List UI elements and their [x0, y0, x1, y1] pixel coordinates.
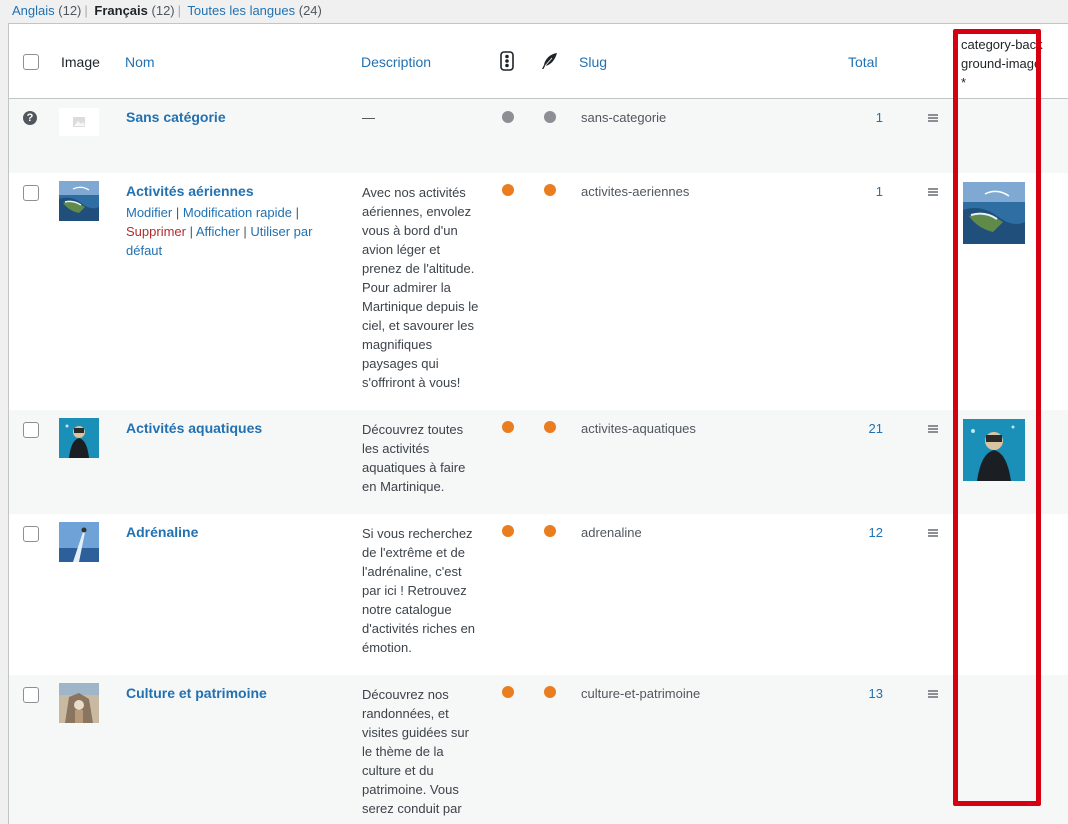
language-filter: Anglais (12) | Français (12) | Toutes les …: [12, 3, 322, 19]
column-image: Image: [61, 54, 100, 70]
column-slug[interactable]: Slug: [579, 54, 607, 70]
category-slug: activites-aquatiques: [581, 421, 696, 436]
category-name-link[interactable]: Adrénaline: [126, 523, 198, 542]
translation-status-dot[interactable]: [502, 421, 514, 433]
category-thumbnail: [59, 181, 99, 221]
column-description[interactable]: Description: [361, 54, 431, 70]
edit-status-dot[interactable]: [544, 421, 556, 433]
category-slug: culture-et-patrimoine: [581, 686, 701, 701]
row-checkbox[interactable]: [23, 185, 39, 201]
placeholder-image: [59, 108, 99, 136]
edit-status-dot[interactable]: [544, 111, 556, 123]
lang-link-francais[interactable]: Français: [94, 3, 147, 18]
translation-status-dot[interactable]: [502, 686, 514, 698]
edit-link[interactable]: Modifier: [126, 205, 172, 220]
table-row: Culture et patrimoine Découvrez nos rand…: [9, 675, 1068, 824]
table-header: Image Nom Description Slug Total categor…: [9, 24, 1068, 99]
view-link[interactable]: Afficher: [196, 224, 240, 239]
table-row: ? Sans catégorie — sans-categorie 1: [9, 99, 1068, 173]
translation-status-dot[interactable]: [502, 184, 514, 196]
category-total-link[interactable]: 21: [843, 419, 883, 438]
category-description: Découvrez nos randonnées, et visites gui…: [362, 687, 469, 816]
category-name-link[interactable]: Culture et patrimoine: [126, 684, 267, 703]
separator: |: [177, 3, 182, 18]
category-thumbnail: [59, 418, 99, 458]
row-checkbox[interactable]: [23, 526, 39, 542]
category-name-link[interactable]: Activités aquatiques: [126, 419, 262, 438]
lang-count: (12): [58, 3, 82, 18]
lang-link-anglais[interactable]: Anglais: [12, 3, 55, 18]
lang-link-toutes[interactable]: Toutes les langues: [187, 3, 295, 18]
translation-status-dot[interactable]: [502, 525, 514, 537]
column-name[interactable]: Nom: [125, 54, 155, 70]
question-icon[interactable]: ?: [23, 111, 37, 125]
drag-handle-icon[interactable]: [928, 529, 938, 537]
delete-link[interactable]: Supprimer: [126, 224, 186, 239]
quick-edit-link[interactable]: Modification rapide: [183, 205, 292, 220]
drag-handle-icon[interactable]: [928, 690, 938, 698]
category-background-image: [963, 182, 1025, 244]
drag-handle-icon[interactable]: [928, 188, 938, 196]
category-slug: sans-categorie: [581, 110, 667, 125]
row-actions: Modifier | Modification rapide | Supprim…: [126, 205, 313, 258]
category-description: Si vous recherchez de l'extrême et de l'…: [362, 526, 476, 655]
separator: |: [84, 3, 88, 18]
category-total-link[interactable]: 1: [843, 182, 883, 201]
category-description: —: [362, 110, 375, 125]
category-total-link[interactable]: 12: [843, 523, 883, 542]
category-background-image: [963, 419, 1025, 481]
lang-count: (24): [298, 3, 322, 18]
drag-handle-icon[interactable]: [928, 114, 938, 122]
select-all-checkbox[interactable]: [23, 54, 39, 70]
traffic-light-icon: [500, 51, 514, 74]
category-total-link[interactable]: 13: [843, 684, 883, 703]
column-category-background-image: category-background-image*: [961, 37, 1043, 90]
row-checkbox[interactable]: [23, 422, 39, 438]
category-description: Avec nos activités aériennes, envolez vo…: [362, 185, 479, 390]
table-row: Activités aériennes Modifier | Modificat…: [9, 173, 1068, 410]
column-total[interactable]: Total: [848, 54, 878, 70]
category-total-link[interactable]: 1: [843, 108, 883, 127]
edit-status-dot[interactable]: [544, 184, 556, 196]
drag-handle-icon[interactable]: [928, 425, 938, 433]
categories-table: Image Nom Description Slug Total categor…: [8, 23, 1068, 824]
category-description: Découvrez toutes les activités aquatique…: [362, 422, 466, 494]
edit-status-dot[interactable]: [544, 525, 556, 537]
category-thumbnail: [59, 683, 99, 723]
translation-status-dot[interactable]: [502, 111, 514, 123]
feather-icon: [541, 52, 559, 73]
table-row: Activités aquatiques Découvrez toutes le…: [9, 410, 1068, 514]
category-name-link[interactable]: Activités aériennes: [126, 182, 254, 201]
category-slug: activites-aeriennes: [581, 184, 690, 199]
category-thumbnail: [59, 522, 99, 562]
row-checkbox[interactable]: [23, 687, 39, 703]
category-slug: adrenaline: [581, 525, 642, 540]
edit-status-dot[interactable]: [544, 686, 556, 698]
lang-count: (12): [151, 3, 175, 18]
table-row: Adrénaline Si vous recherchez de l'extrê…: [9, 514, 1068, 675]
category-name-link[interactable]: Sans catégorie: [126, 108, 226, 127]
